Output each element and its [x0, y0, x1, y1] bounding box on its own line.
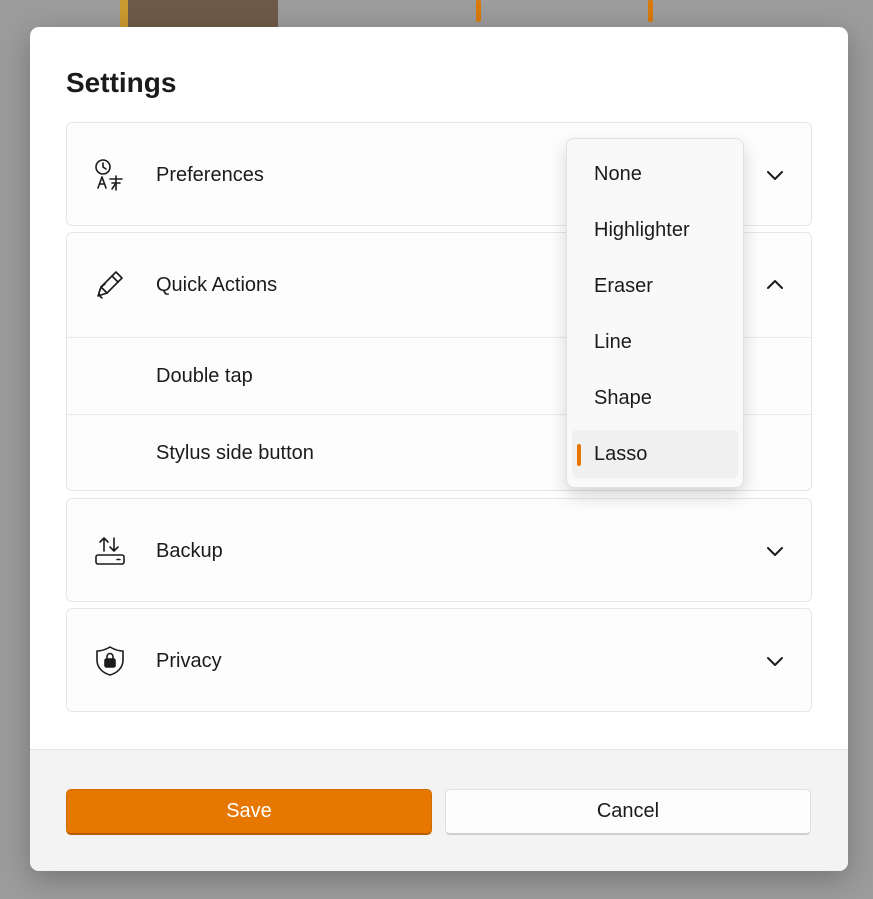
chevron-down-icon[interactable]: [765, 165, 785, 185]
section-label: Backup: [156, 539, 223, 562]
menu-item-shape[interactable]: Shape: [572, 374, 738, 422]
menu-item-label: Highlighter: [594, 218, 690, 241]
setting-label: Double tap: [156, 364, 253, 387]
save-button[interactable]: Save: [66, 789, 432, 835]
section-privacy[interactable]: Privacy: [66, 608, 812, 712]
stylus-action-dropdown-menu: None Highlighter Eraser Line Shape Lasso: [566, 138, 744, 488]
background-accent-mark: [476, 0, 481, 22]
menu-item-label: Shape: [594, 386, 652, 409]
background-accent-mark: [648, 0, 653, 22]
section-header-privacy[interactable]: Privacy: [67, 609, 811, 713]
cancel-button[interactable]: Cancel: [445, 789, 811, 835]
section-label: Preferences: [156, 163, 264, 186]
menu-item-none[interactable]: None: [572, 150, 738, 198]
selection-indicator: [577, 444, 581, 466]
stylus-icon: [93, 268, 127, 302]
menu-item-label: Lasso: [594, 442, 648, 465]
menu-item-label: None: [594, 162, 642, 185]
menu-item-highlighter[interactable]: Highlighter: [572, 206, 738, 254]
menu-item-lasso[interactable]: Lasso: [572, 430, 738, 478]
setting-label: Stylus side button: [156, 442, 314, 464]
chevron-up-icon[interactable]: [765, 275, 785, 295]
menu-item-label: Eraser: [594, 274, 653, 297]
section-backup[interactable]: Backup: [66, 498, 812, 602]
backup-icon: [93, 534, 127, 568]
dialog-title: Settings: [66, 67, 177, 98]
section-label: Quick Actions: [156, 273, 278, 296]
chevron-down-icon[interactable]: [765, 651, 785, 671]
chevron-down-icon[interactable]: [765, 541, 785, 561]
menu-item-label: Line: [594, 330, 632, 353]
shield-lock-icon: [93, 644, 127, 678]
time-language-icon: [93, 158, 127, 192]
section-header-backup[interactable]: Backup: [67, 499, 811, 603]
menu-item-line[interactable]: Line: [572, 318, 738, 366]
dialog-footer: Save Cancel: [30, 749, 848, 871]
menu-item-eraser[interactable]: Eraser: [572, 262, 738, 310]
section-label: Privacy: [156, 649, 222, 672]
